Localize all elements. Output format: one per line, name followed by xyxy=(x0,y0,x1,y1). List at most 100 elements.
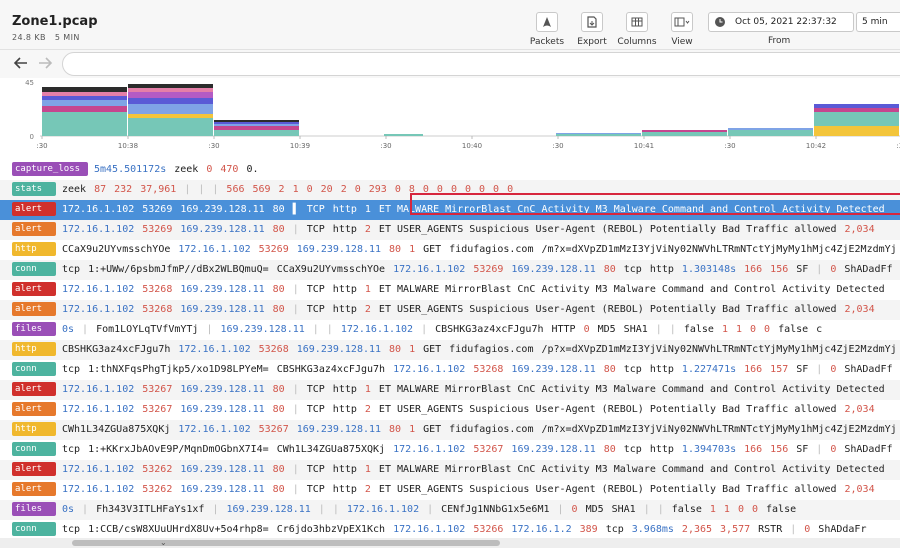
row-field[interactable]: fidufagios.com xyxy=(449,344,533,355)
row-field[interactable]: | xyxy=(644,504,650,515)
row-field[interactable]: 87 xyxy=(94,184,106,195)
row-field[interactable]: http xyxy=(333,464,357,475)
row-field[interactable]: tcp xyxy=(62,444,80,455)
row-field[interactable]: 172.16.1.102 xyxy=(393,264,465,275)
row-field[interactable]: zeek xyxy=(174,164,198,175)
row-field[interactable]: RSTR xyxy=(758,524,782,535)
row-field[interactable]: 53266 xyxy=(473,524,503,535)
row-field[interactable]: http xyxy=(650,264,674,275)
row-type-badge[interactable]: http xyxy=(12,242,56,256)
row-field[interactable]: 166 xyxy=(744,264,762,275)
row-type-badge[interactable]: files xyxy=(12,322,56,336)
row-field[interactable]: 156 xyxy=(770,444,788,455)
row-field[interactable]: | xyxy=(816,264,822,275)
row-field[interactable]: SHA1 xyxy=(624,324,648,335)
histogram-bar-segment[interactable] xyxy=(42,87,127,92)
row-field[interactable]: 169.239.128.11 xyxy=(220,324,304,335)
row-field[interactable]: ET USER_AGENTS Suspicious User-Agent (RE… xyxy=(379,484,837,495)
row-field[interactable]: CCaX9u2UYvmsschYOe xyxy=(277,264,385,275)
row-field[interactable]: | xyxy=(184,184,190,195)
row-field[interactable]: 80 xyxy=(273,384,285,395)
row-field[interactable]: 169.239.128.11 xyxy=(180,404,264,415)
row-field[interactable]: tcp xyxy=(62,264,80,275)
histogram-bar-segment[interactable] xyxy=(128,92,213,98)
row-field[interactable]: 80 xyxy=(273,224,285,235)
histogram-bar-segment[interactable] xyxy=(128,118,213,136)
histogram-bar-segment[interactable] xyxy=(814,104,899,108)
row-field[interactable]: 172.16.1.102 xyxy=(341,324,413,335)
row-field[interactable]: | xyxy=(293,304,299,315)
row-field[interactable]: 0 xyxy=(465,184,471,195)
row-field[interactable]: 169.239.128.11 xyxy=(180,384,264,395)
row-field[interactable]: 0 xyxy=(507,184,513,195)
row-field[interactable]: SF xyxy=(796,364,808,375)
histogram-bar-segment[interactable] xyxy=(42,92,127,96)
row-field[interactable]: 166 xyxy=(744,364,762,375)
row-type-badge[interactable]: alert xyxy=(12,402,56,416)
row-field[interactable]: 80 xyxy=(273,464,285,475)
row-field[interactable]: | xyxy=(206,324,212,335)
view-button[interactable]: View xyxy=(658,12,706,47)
row-field[interactable]: 169.239.128.11 xyxy=(180,464,264,475)
log-row-alert[interactable]: alert 172.16.1.102 53267 169.239.128.11 80 | T… xyxy=(0,400,900,420)
row-field[interactable]: Fh343V3ITLHFaYs1xf xyxy=(96,504,204,515)
row-field[interactable]: tcp xyxy=(624,364,642,375)
row-field[interactable]: 53269 xyxy=(259,244,289,255)
row-type-badge[interactable]: alert xyxy=(12,302,56,316)
row-type-badge[interactable]: stats xyxy=(12,182,56,196)
row-field[interactable]: 80 xyxy=(273,484,285,495)
row-field[interactable]: http xyxy=(333,204,357,215)
row-field[interactable]: CBSHKG3az4xcFJgu7h xyxy=(62,344,170,355)
row-field[interactable]: | xyxy=(212,184,218,195)
row-field[interactable]: 172.16.1.102 xyxy=(62,204,134,215)
row-field[interactable]: tcp xyxy=(606,524,624,535)
row-field[interactable]: 53267 xyxy=(142,404,172,415)
row-field[interactable]: | xyxy=(82,324,88,335)
row-field[interactable]: 80 xyxy=(273,404,285,415)
row-field[interactable]: ShADadFf xyxy=(844,364,892,375)
row-field[interactable]: ET USER_AGENTS Suspicious User-Agent (RE… xyxy=(379,304,837,315)
row-field[interactable]: 2,034 xyxy=(844,224,874,235)
row-field[interactable]: TCP xyxy=(307,404,325,415)
log-row-files[interactable]: files 0s | Fh343V3ITLHFaYs1xf | 169.239.128.1… xyxy=(0,500,900,520)
row-field[interactable]: http xyxy=(650,364,674,375)
histogram-bar-segment[interactable] xyxy=(214,120,299,122)
log-row-alert[interactable]: alert 172.16.1.102 53268 169.239.128.11 80 | T… xyxy=(0,280,900,300)
row-field[interactable]: 80 xyxy=(273,304,285,315)
row-field[interactable]: 169.239.128.11 xyxy=(297,244,381,255)
row-field[interactable]: | xyxy=(293,384,299,395)
row-field[interactable]: 2,365 xyxy=(682,524,712,535)
row-field[interactable]: 0 xyxy=(423,184,429,195)
row-field[interactable]: 172.16.1.102 xyxy=(62,384,134,395)
row-field[interactable]: /p?x=dXVpZD1mMzI3YjViNy02NWVhLTRmNTctYjM… xyxy=(541,344,896,355)
row-field[interactable]: 1 xyxy=(365,284,371,295)
histogram-bar-segment[interactable] xyxy=(42,112,127,136)
row-field[interactable]: false xyxy=(684,324,714,335)
row-field[interactable]: TCP xyxy=(307,464,325,475)
row-field[interactable]: 80 xyxy=(604,264,616,275)
histogram-bar-segment[interactable] xyxy=(128,104,213,114)
histogram-bar-segment[interactable] xyxy=(214,122,299,124)
back-arrow-icon[interactable] xyxy=(12,55,30,73)
histogram-bar-segment[interactable] xyxy=(728,128,813,130)
row-type-badge[interactable]: http xyxy=(12,422,56,436)
row-field[interactable]: TCP xyxy=(307,284,325,295)
row-field[interactable]: ShADadFf xyxy=(844,264,892,275)
row-field[interactable]: false xyxy=(778,324,808,335)
row-field[interactable]: fidufagios.com xyxy=(449,424,533,435)
row-field[interactable]: /m?x=dXVpZD1mMzI3YjViNy02NWVhLTRmNTctYjM… xyxy=(541,244,896,255)
row-field[interactable]: 1.394703s xyxy=(682,444,736,455)
row-field[interactable]: CBSHKG3az4xcFJgu7h xyxy=(277,364,385,375)
row-field[interactable]: 0 xyxy=(572,504,578,515)
row-field[interactable]: 1.227471s xyxy=(682,364,736,375)
row-field[interactable]: 0 xyxy=(307,184,313,195)
log-row-files[interactable]: files 0s | Fom1LOYLqTVfVmYTj | 169.239.128.11… xyxy=(0,320,900,340)
row-field[interactable]: 172.16.1.102 xyxy=(62,284,134,295)
row-field[interactable]: 157 xyxy=(770,364,788,375)
log-row-conn[interactable]: conn tcp 1:+KKrxJbAOvE9P/MqnDmOGbnX7I4= CWh… xyxy=(0,440,900,460)
row-field[interactable]: CWh1L34ZGUa875XQKj xyxy=(62,424,170,435)
row-field[interactable]: SHA1 xyxy=(612,504,636,515)
row-field[interactable]: | xyxy=(333,504,339,515)
columns-button[interactable]: Columns xyxy=(613,12,661,47)
row-field[interactable]: 53268 xyxy=(473,364,503,375)
